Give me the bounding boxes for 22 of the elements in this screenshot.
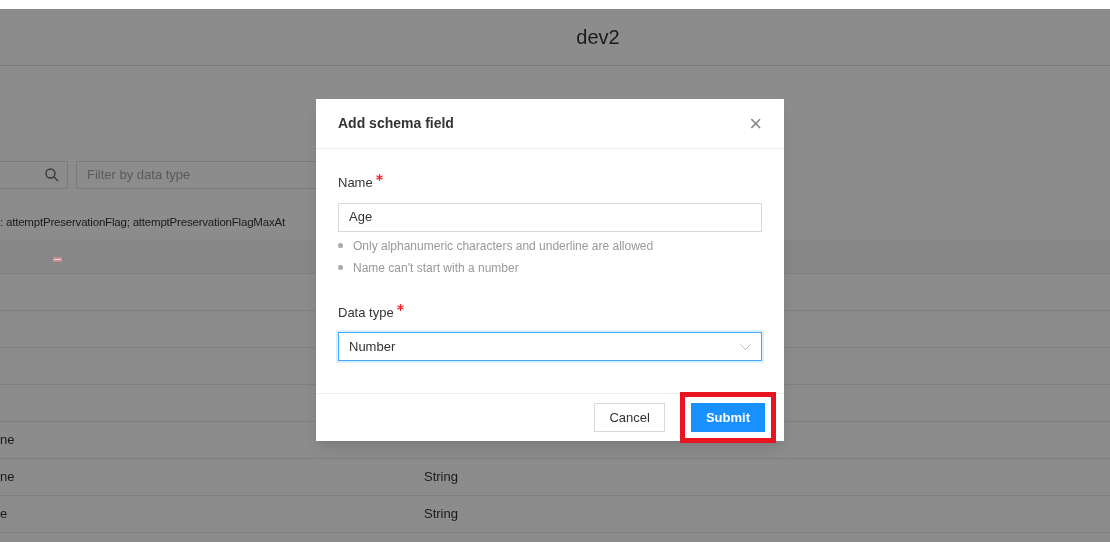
table-cell-text: String bbox=[424, 468, 458, 487]
field-label: Name bbox=[338, 174, 373, 192]
input-field[interactable]: Age bbox=[338, 202, 762, 232]
dialog-title: Add schema field bbox=[338, 114, 454, 133]
hint-text: Name can't start with a number bbox=[353, 259, 519, 277]
table-cell: e bbox=[0, 506, 8, 522]
table-cell: ne bbox=[0, 469, 15, 485]
select-field[interactable]: Number bbox=[338, 332, 762, 361]
hint-text: Only alphanumeric characters and underline are allowed bbox=[353, 237, 654, 255]
page-title: dev2 bbox=[576, 25, 620, 50]
close-button[interactable]: × bbox=[749, 112, 762, 135]
field-label: Data type bbox=[338, 303, 394, 322]
bullet-icon bbox=[338, 243, 343, 248]
search-icon bbox=[45, 168, 59, 182]
cancel-button[interactable]: Cancel bbox=[594, 403, 665, 432]
bullet-icon bbox=[338, 265, 343, 270]
marker-icon bbox=[53, 257, 62, 262]
search-field[interactable] bbox=[0, 161, 68, 189]
chevron-down-icon bbox=[740, 343, 751, 350]
table-cell-text: String bbox=[424, 505, 458, 524]
info-text: : attemptPreservationFlag; attemptPreservationFlagMaxAt bbox=[0, 215, 285, 230]
table-cell: ne bbox=[0, 432, 15, 448]
